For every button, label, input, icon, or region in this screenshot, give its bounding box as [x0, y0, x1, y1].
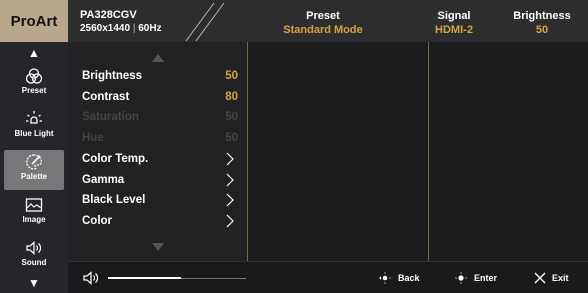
menu-item-hue: Hue 50	[82, 128, 242, 148]
header-divider-icon	[185, 2, 225, 42]
menu-item-label: Hue	[82, 132, 104, 144]
volume-slider-fill	[108, 277, 182, 279]
chevron-right-icon	[226, 173, 234, 187]
menu-item-brightness[interactable]: Brightness 50	[82, 66, 242, 86]
sidebar-item-label: Image	[22, 215, 46, 224]
menu-item-label: Saturation	[82, 111, 139, 123]
sidebar-item-label: Palette	[20, 172, 48, 181]
sidebar-item-label: Preset	[21, 86, 47, 95]
menu-item-label: Brightness	[82, 70, 143, 82]
menu-item-black-level[interactable]: Black Level	[82, 190, 242, 210]
image-icon	[25, 198, 43, 212]
exit-label: Exit	[552, 273, 569, 283]
menu-item-gamma[interactable]: Gamma	[82, 170, 242, 190]
exit-button[interactable]: Exit	[534, 269, 569, 287]
sidebar-item-preset[interactable]: Preset	[4, 64, 64, 104]
model-name: PA328CGV	[80, 9, 137, 21]
palette-menu-panel: Brightness 50 Contrast 80 Saturation 50 …	[68, 42, 248, 261]
brightness-status: Brightness 50	[506, 9, 578, 37]
scroll-up-icon[interactable]	[152, 54, 164, 62]
menu-item-value: 50	[225, 111, 238, 123]
brand-logo: ProArt	[0, 0, 68, 42]
osd-header: ProArt PA328CGV 2560x1440 | 60Hz Preset …	[0, 0, 588, 42]
scroll-down-icon[interactable]	[152, 243, 164, 251]
menu-item-label: Black Level	[82, 194, 146, 206]
osd-footer: Back Enter Exit	[68, 261, 588, 293]
sidebar-item-sound[interactable]: Sound	[4, 236, 64, 276]
menu-item-label: Gamma	[82, 174, 125, 186]
chevron-right-icon	[226, 152, 234, 166]
menu-item-label: Contrast	[82, 91, 130, 103]
osd-main: Brightness 50 Contrast 80 Saturation 50 …	[68, 42, 588, 293]
palette-icon	[26, 154, 43, 170]
resolution-text: 2560x1440	[80, 23, 131, 34]
signal-status-label: Signal	[437, 10, 471, 22]
joystick-press-icon	[455, 272, 467, 284]
resolution-info: 2560x1440 | 60Hz	[80, 22, 162, 36]
back-button[interactable]: Back	[378, 269, 420, 287]
menu-item-value: 50	[225, 70, 238, 82]
menu-item-value: 80	[225, 91, 238, 103]
menu-item-label: Color	[82, 215, 113, 227]
signal-status: Signal HDMI-2	[426, 9, 482, 37]
menu-item-saturation: Saturation 50	[82, 107, 242, 127]
brightness-status-value: 50	[535, 24, 549, 36]
joystick-left-icon	[379, 272, 391, 284]
enter-button[interactable]: Enter	[454, 269, 497, 287]
menu-item-label: Color Temp.	[82, 153, 149, 165]
menu-item-contrast[interactable]: Contrast 80	[82, 87, 242, 107]
sidebar-down-arrow-icon[interactable]: ▼	[0, 276, 68, 290]
sound-icon	[26, 241, 42, 255]
chevron-right-icon	[226, 193, 234, 207]
blue-light-icon	[26, 111, 42, 124]
sidebar-item-label: Sound	[21, 258, 47, 267]
sidebar-up-arrow-icon[interactable]: ▲	[0, 46, 68, 60]
category-sidebar: ▲ Preset Blue Light Palette Image Sound …	[0, 42, 68, 293]
enter-label: Enter	[474, 273, 498, 283]
submenu-panel	[249, 42, 429, 261]
preset-status-label: Preset	[306, 10, 340, 22]
chevron-right-icon	[226, 214, 234, 228]
sidebar-item-label: Blue Light	[14, 129, 54, 138]
back-label: Back	[398, 273, 420, 283]
sidebar-item-palette[interactable]: Palette	[4, 150, 64, 190]
preset-status-value: Standard Mode	[283, 24, 363, 36]
sidebar-item-blue-light[interactable]: Blue Light	[4, 107, 64, 147]
preset-status: Preset Standard Mode	[278, 9, 368, 37]
signal-status-value: HDMI-2	[435, 24, 473, 36]
brightness-status-label: Brightness	[513, 10, 571, 22]
menu-item-value: 50	[225, 132, 238, 144]
brand-name: ProArt	[10, 12, 58, 30]
volume-icon	[83, 271, 99, 285]
preset-icon	[25, 68, 43, 84]
model-info: PA328CGV 2560x1440 | 60Hz	[80, 8, 162, 36]
close-icon	[534, 272, 546, 284]
menu-item-color[interactable]: Color	[82, 211, 242, 231]
refresh-rate: 60Hz	[138, 23, 162, 34]
sidebar-item-image[interactable]: Image	[4, 193, 64, 233]
menu-item-color-temp[interactable]: Color Temp.	[82, 149, 242, 169]
